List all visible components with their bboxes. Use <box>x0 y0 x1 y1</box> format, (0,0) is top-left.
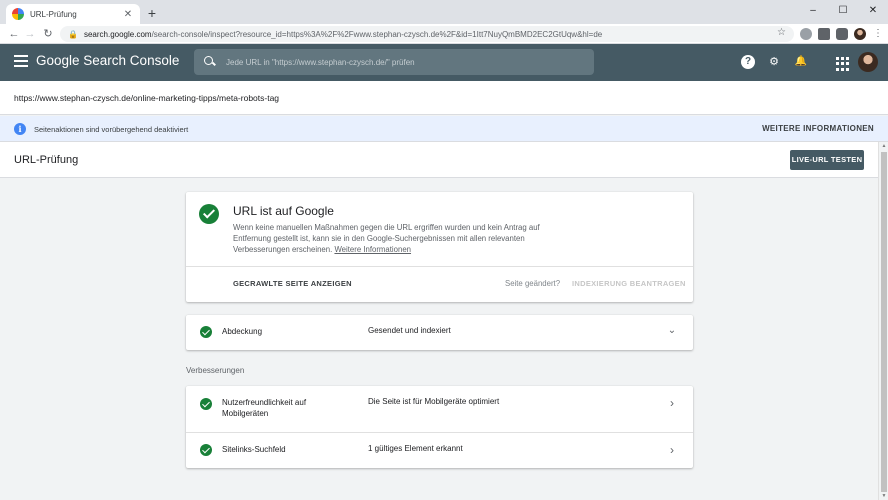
learn-more-link[interactable]: Weitere Informationen <box>334 245 411 254</box>
extension-icon[interactable] <box>800 28 812 40</box>
search-placeholder: Jede URL in "https://www.stephan-czysch.… <box>226 57 415 67</box>
browser-tabstrip: URL-Prüfung ✕ + – ☐ ✕ <box>0 0 888 24</box>
tab-title: URL-Prüfung <box>30 9 77 19</box>
help-icon[interactable]: ? <box>741 55 755 69</box>
back-button[interactable]: ← <box>6 26 22 42</box>
success-check-icon <box>199 204 219 224</box>
status-description: Wenn keine manuellen Maßnahmen gegen die… <box>233 223 540 254</box>
puzzle-extensions-icon[interactable] <box>836 28 848 40</box>
enhancements-card: Nutzerfreundlichkeit auf Mobilgeräten Di… <box>186 386 693 468</box>
reload-button[interactable]: ↻ <box>40 26 56 42</box>
coverage-card: Abdeckung Gesendet und indexiert ⌄ <box>186 315 693 350</box>
success-check-icon <box>200 398 212 410</box>
success-check-icon <box>200 326 212 338</box>
scroll-up-icon[interactable]: ▲ <box>879 142 888 150</box>
address-url: search.google.com/search-console/inspect… <box>83 29 603 39</box>
manage-users-icon[interactable]: ⚙ <box>767 55 781 69</box>
page-title: URL-Prüfung <box>14 154 79 166</box>
live-url-test-button[interactable]: LIVE-URL TESTEN <box>790 150 864 170</box>
search-console-favicon-icon <box>12 8 24 20</box>
scroll-down-icon[interactable]: ▼ <box>879 492 888 500</box>
coverage-row[interactable]: Abdeckung Gesendet und indexiert ⌄ <box>186 315 693 350</box>
page-scrollbar[interactable]: ▲ ▼ <box>878 142 888 500</box>
gsc-brand-logo[interactable]: Google Search Console <box>36 53 179 68</box>
browser-tab[interactable]: URL-Prüfung ✕ <box>6 4 140 24</box>
enhancement-value: Die Seite ist für Mobilgeräte optimiert <box>368 397 500 406</box>
apps-grid-icon[interactable] <box>836 57 850 71</box>
browser-toolbar: ← → ↻ 🔒 search.google.com/search-console… <box>0 24 888 44</box>
info-banner: i Seitenaktionen sind vorübergehend deak… <box>0 116 888 142</box>
maximize-button[interactable]: ☐ <box>828 0 858 24</box>
bookmark-star-icon[interactable]: ☆ <box>777 27 786 38</box>
browser-menu-icon[interactable]: ⋮ <box>872 28 884 40</box>
minimize-button[interactable]: – <box>798 0 828 24</box>
chevron-right-icon[interactable]: › <box>666 396 678 410</box>
menu-icon[interactable] <box>14 55 28 69</box>
tab-close-icon[interactable]: ✕ <box>122 9 134 20</box>
extension-icon[interactable] <box>818 28 830 40</box>
enhancement-label: Nutzerfreundlichkeit auf Mobilgeräten <box>222 398 307 418</box>
index-status-card: URL ist auf Google Wenn keine manuellen … <box>186 192 693 302</box>
forward-button[interactable]: → <box>22 26 38 42</box>
view-crawled-page-button[interactable]: GECRAWLTE SEITE ANZEIGEN <box>233 279 352 288</box>
enhancement-row-sitelinks[interactable]: Sitelinks-Suchfeld 1 gültiges Element er… <box>186 433 693 468</box>
info-icon: i <box>14 123 26 135</box>
main-content: URL-Prüfung LIVE-URL TESTEN URL ist auf … <box>0 142 878 500</box>
divider <box>186 266 693 267</box>
address-bar[interactable]: 🔒 search.google.com/search-console/inspe… <box>60 26 794 42</box>
gsc-header: Google Search Console Jede URL in "https… <box>0 44 888 81</box>
url-inspect-search-input[interactable]: Jede URL in "https://www.stephan-czysch.… <box>194 49 594 75</box>
inspected-url-bar: https://www.stephan-czysch.de/online-mar… <box>0 81 888 115</box>
scroll-thumb[interactable] <box>881 152 887 492</box>
page-title-bar: URL-Prüfung LIVE-URL TESTEN <box>0 142 878 178</box>
lock-icon: 🔒 <box>68 29 78 39</box>
enhancement-label: Sitelinks-Suchfeld <box>222 445 286 454</box>
success-check-icon <box>200 444 212 456</box>
page-changed-text: Seite geändert? <box>505 279 561 288</box>
more-info-link[interactable]: WEITERE INFORMATIONEN <box>762 124 874 133</box>
coverage-label: Abdeckung <box>222 327 263 336</box>
enhancement-row-mobile[interactable]: Nutzerfreundlichkeit auf Mobilgeräten Di… <box>186 386 693 432</box>
request-indexing-button[interactable]: INDEXIERUNG BEANTRAGEN <box>572 279 686 288</box>
inspected-url: https://www.stephan-czysch.de/online-mar… <box>14 93 280 103</box>
status-title: URL ist auf Google <box>233 204 334 218</box>
enhancements-section-label: Verbesserungen <box>186 366 245 375</box>
chevron-right-icon[interactable]: › <box>666 443 678 457</box>
profile-avatar-icon[interactable] <box>854 28 866 40</box>
close-window-button[interactable]: ✕ <box>858 0 888 24</box>
notifications-bell-icon[interactable]: 🔔 <box>794 55 808 69</box>
account-avatar[interactable] <box>858 52 878 72</box>
chevron-down-icon[interactable]: ⌄ <box>666 325 678 336</box>
search-icon <box>204 56 216 68</box>
new-tab-button[interactable]: + <box>144 5 160 21</box>
banner-text: Seitenaktionen sind vorübergehend deakti… <box>34 125 189 134</box>
coverage-value: Gesendet und indexiert <box>368 326 451 335</box>
enhancement-value: 1 gültiges Element erkannt <box>368 444 463 453</box>
